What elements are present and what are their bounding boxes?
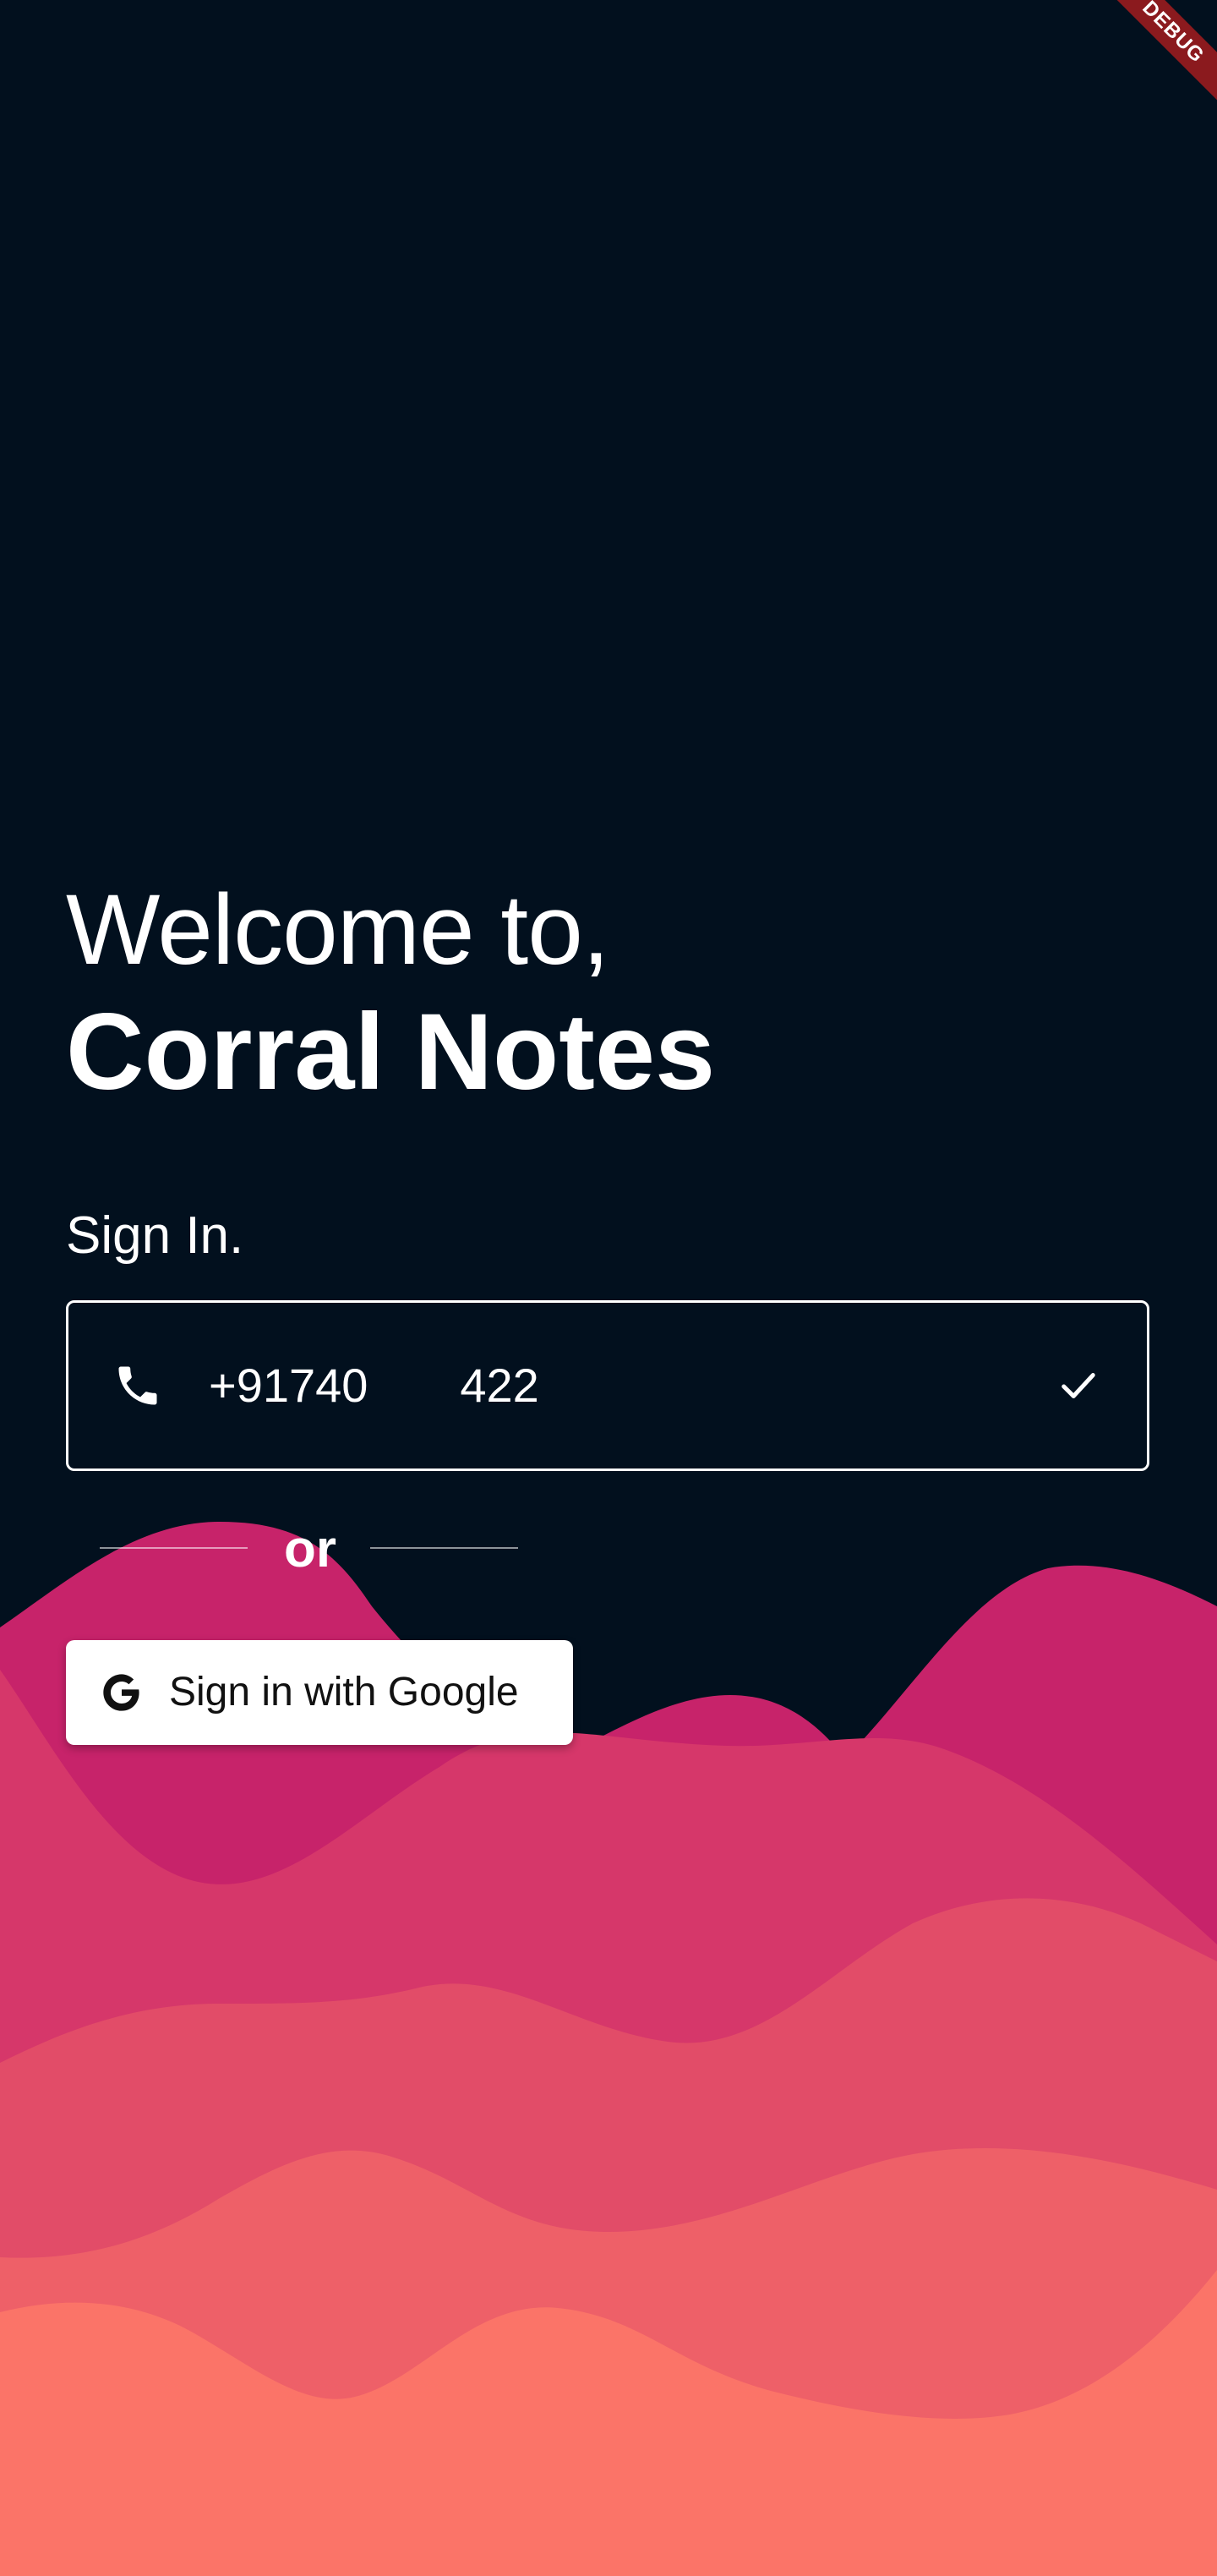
divider-or-text: or: [284, 1520, 336, 1578]
app-title: Corral Notes: [66, 992, 716, 1113]
login-screen: DEBUG Welcome to, Corral Notes Sign In. …: [0, 0, 1217, 2576]
divider-line-right: [370, 1547, 518, 1549]
wave-background: [0, 1522, 1217, 2576]
divider-line-left: [100, 1547, 248, 1549]
phone-number-field[interactable]: +91740 422: [66, 1300, 1149, 1471]
google-signin-label[interactable]: Sign in with Google: [169, 1665, 519, 1720]
phone-number-value[interactable]: +91740 422: [209, 1352, 539, 1419]
signin-heading: Sign In.: [66, 1206, 244, 1265]
google-signin-button[interactable]: Sign in with Google: [66, 1640, 573, 1745]
debug-banner: DEBUG: [1116, 0, 1217, 101]
debug-banner-label: DEBUG: [1116, 0, 1217, 101]
phone-icon: [118, 1366, 157, 1405]
welcome-greeting: Welcome to,: [66, 874, 610, 986]
check-icon[interactable]: [1059, 1369, 1098, 1403]
google-g-icon: [103, 1674, 139, 1711]
